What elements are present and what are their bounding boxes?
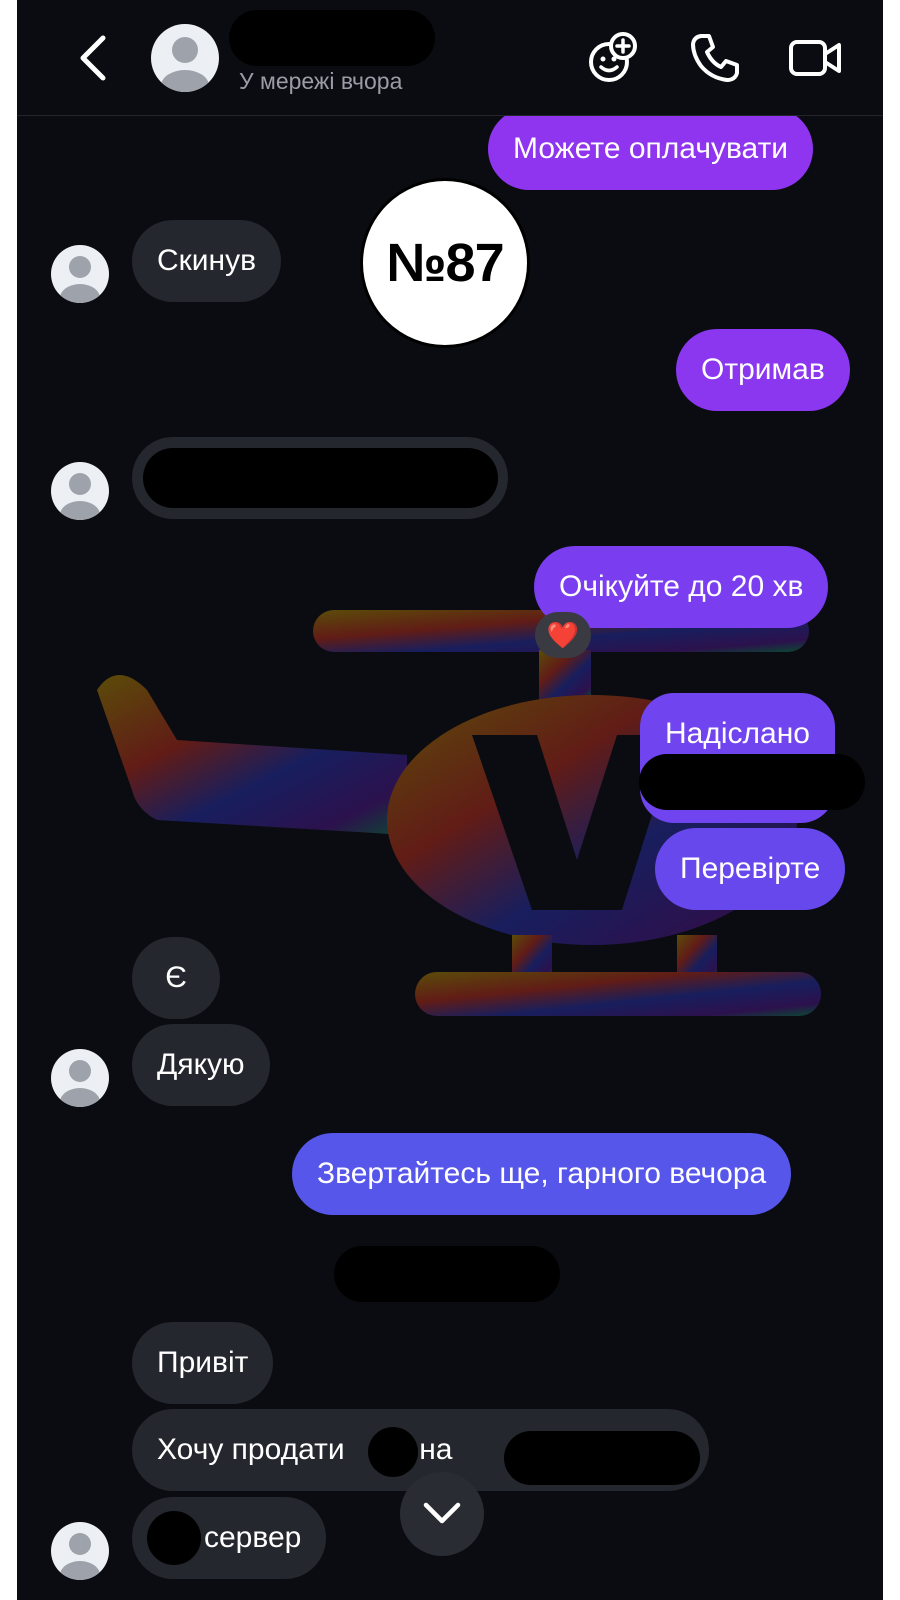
avatar-placeholder-icon (60, 473, 100, 520)
chat-header: У мережі вчора (17, 0, 883, 116)
date-separator-redacted (334, 1246, 560, 1302)
avatar-placeholder-icon (60, 1533, 100, 1580)
phone-icon (691, 34, 739, 82)
redaction-mark (143, 448, 498, 508)
redaction-mark (368, 1427, 418, 1477)
chevron-left-icon (80, 35, 106, 81)
scroll-to-bottom-button[interactable] (400, 1472, 484, 1556)
chevron-down-icon (423, 1502, 461, 1524)
sender-avatar[interactable] (51, 462, 109, 520)
message-bubble-incoming[interactable]: Є (132, 937, 220, 1019)
message-bubble-incoming[interactable]: Скинув (132, 220, 282, 302)
contact-name-redacted (229, 10, 435, 66)
message-text: Хочу продати (157, 1433, 345, 1466)
back-button[interactable] (69, 30, 119, 86)
reaction-badge[interactable]: ❤️ (535, 612, 591, 658)
video-call-button[interactable] (787, 30, 843, 86)
avatar-placeholder-icon (60, 256, 100, 303)
effects-icon (589, 32, 637, 82)
message-text: сервер (204, 1521, 302, 1554)
chat-screen: У мережі вчора Можете оплачувати Скинув … (17, 0, 883, 1600)
avatar-placeholder-icon (161, 37, 209, 92)
avatar-placeholder-icon (60, 1060, 100, 1107)
effects-button[interactable] (585, 30, 641, 86)
sender-avatar[interactable] (51, 1049, 109, 1107)
contact-avatar[interactable] (151, 24, 219, 92)
heart-reaction-icon: ❤️ (546, 620, 580, 650)
number-badge: №87 (360, 178, 530, 348)
message-bubble-outgoing[interactable]: Отримав (676, 329, 850, 411)
message-text: Надіслано (665, 717, 810, 750)
message-bubble-incoming[interactable]: Привіт (132, 1322, 274, 1404)
message-bubble-incoming[interactable]: Дякую (132, 1024, 270, 1106)
sender-avatar[interactable] (51, 1522, 109, 1580)
sender-avatar[interactable] (51, 245, 109, 303)
video-camera-icon (789, 40, 841, 76)
message-bubble-outgoing[interactable]: Можете оплачувати (488, 108, 814, 190)
contact-status: У мережі вчора (239, 68, 403, 94)
redaction-mark (504, 1431, 700, 1485)
message-bubble-outgoing[interactable]: Перевірте (655, 828, 846, 910)
voice-call-button[interactable] (687, 30, 743, 86)
redaction-mark (639, 754, 865, 810)
redaction-mark (147, 1511, 201, 1565)
message-bubble-outgoing[interactable]: Звертайтесь ще, гарного вечора (292, 1133, 792, 1215)
